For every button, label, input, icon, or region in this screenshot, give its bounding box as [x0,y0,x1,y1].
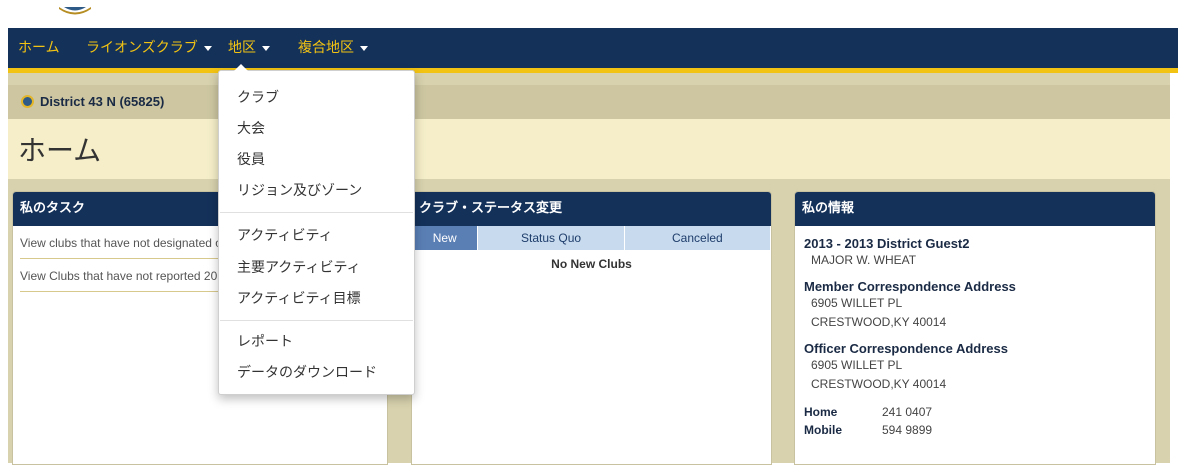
menu-item-key-activities[interactable]: 主要アクティビティ [237,257,361,277]
officer-address-street: 6905 WILLET PL [811,358,903,372]
tab-status-quo[interactable]: Status Quo [478,226,625,250]
phone-value: 594 9899 [882,423,933,437]
member-address-street: 6905 WILLET PL [811,296,903,310]
nav-multi-district[interactable]: 複合地区 [298,28,368,68]
member-address-heading: Member Correspondence Address [804,279,1016,294]
menu-item-regions-zones[interactable]: リジョン及びゾーン [237,180,362,200]
nav-lions-club-label: ライオンズクラブ [86,40,198,56]
menu-item-officers[interactable]: 役員 [237,149,265,169]
officer-address-city: CRESTWOOD,KY 40014 [811,377,947,391]
phone-value: 241 0407 [882,405,933,419]
member-address-city: CRESTWOOD,KY 40014 [811,315,947,329]
my-info-body: 2013 - 2013 District Guest2 MAJOR W. WHE… [795,226,1155,449]
my-info-panel-title: 私の情報 [795,192,1155,226]
member-name: MAJOR W. WHEAT [811,253,917,267]
main-nav: ホーム ライオンズクラブ 地区 複合地区 [8,28,1178,73]
menu-divider [220,320,413,321]
title-bar: ホーム [8,119,1170,179]
caret-down-icon [262,45,270,51]
club-status-panel: クラブ・ステータス変更 New Status Quo Canceled No N… [411,191,772,465]
nav-home-label: ホーム [18,40,60,56]
club-status-panel-title: クラブ・ステータス変更 [412,192,771,226]
menu-item-data-download[interactable]: データのダウンロード [237,362,377,382]
phone-row: Mobile 594 9899 [804,421,932,439]
empty-message: No New Clubs [551,257,632,271]
district-name: District 43 N (65825) [40,94,165,109]
task-item-text: View Clubs that have not reported 2013 [20,269,231,283]
tab-new[interactable]: New [412,226,479,250]
nav-district-label: 地区 [228,40,256,56]
menu-item-activity-goals[interactable]: アクティビティ目標 [237,288,361,308]
lions-emblem-icon [21,95,34,108]
role-title: 2013 - 2013 District Guest2 [804,236,970,251]
phone-row: Home 241 0407 [804,403,932,421]
menu-item-reports[interactable]: レポート [237,331,293,351]
caret-down-icon [360,45,368,51]
menu-item-clubs[interactable]: クラブ [237,87,279,107]
menu-item-activities[interactable]: アクティビティ [237,225,333,245]
caret-down-icon [203,45,212,51]
phone-label: Mobile [804,423,842,437]
menu-item-conventions[interactable]: 大会 [237,118,265,138]
page-content: District 43 N (65825) ホーム 私のタスク View clu… [8,73,1170,465]
page-title: ホーム [18,134,102,167]
district-header: District 43 N (65825) [8,85,1170,119]
tab-canceled[interactable]: Canceled [624,226,771,250]
phone-label: Home [804,405,838,419]
my-info-panel: 私の情報 2013 - 2013 District Guest2 MAJOR W… [794,191,1156,465]
nav-lions-club[interactable]: ライオンズクラブ [86,28,212,68]
nav-district[interactable]: 地区 [228,28,270,68]
officer-address-heading: Officer Correspondence Address [804,341,1008,356]
menu-pointer [234,64,248,71]
lions-logo-icon [59,7,91,15]
district-dropdown-menu: クラブ 大会 役員 リジョン及びゾーン アクティビティ 主要アクティビティ アク… [218,64,415,395]
nav-multi-district-label: 複合地区 [298,40,354,56]
menu-divider [220,212,413,213]
nav-home[interactable]: ホーム [18,28,60,68]
status-tabs: New Status Quo Canceled [412,226,771,250]
phone-table: Home 241 0407 Mobile 594 9899 [804,403,932,439]
